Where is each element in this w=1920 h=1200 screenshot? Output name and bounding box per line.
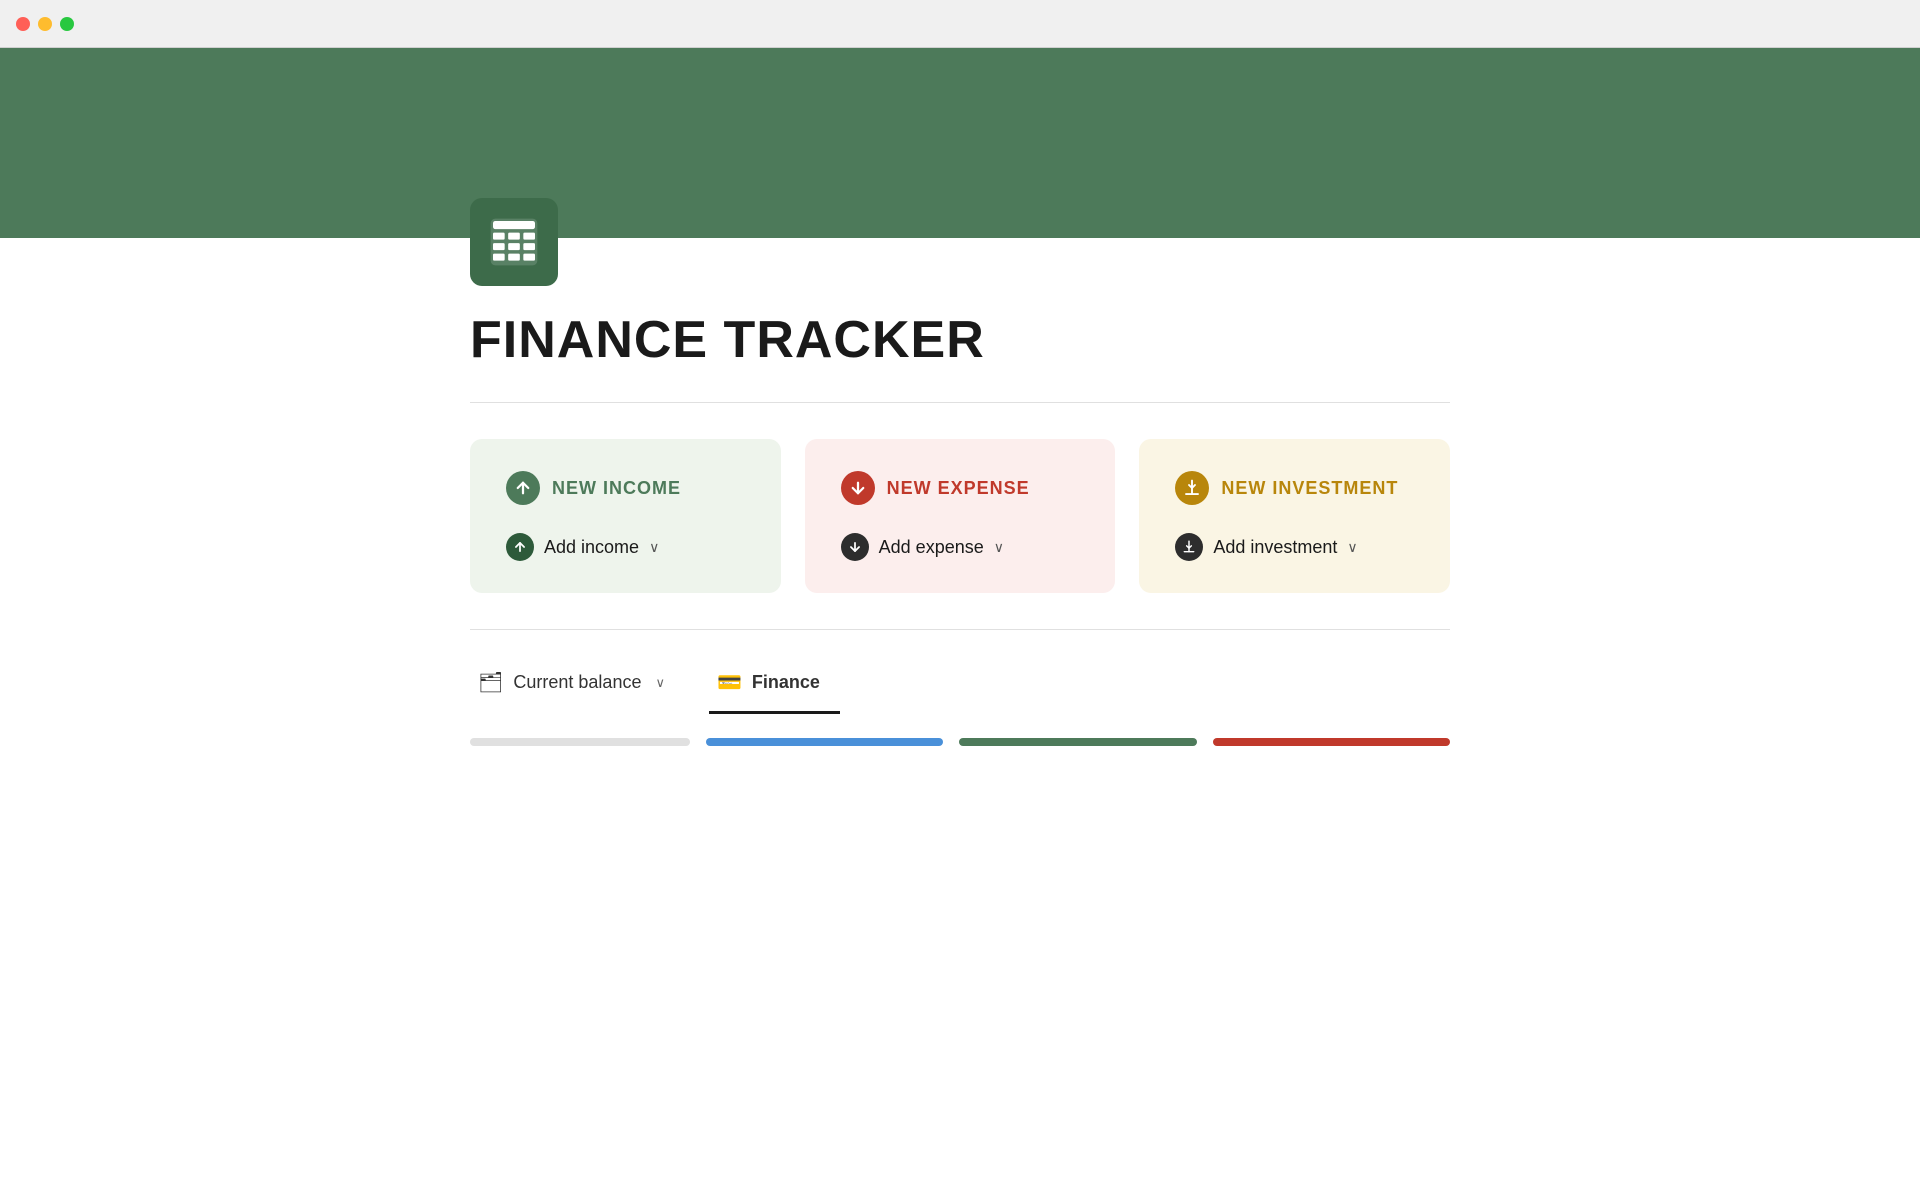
investment-card: NEW INVESTMENT Add investment ∨ xyxy=(1139,439,1450,593)
add-income-label: Add income xyxy=(544,537,639,558)
add-investment-button[interactable]: Add investment ∨ xyxy=(1175,533,1414,561)
add-income-button[interactable]: Add income ∨ xyxy=(506,533,745,561)
investment-card-title: NEW INVESTMENT xyxy=(1221,478,1398,499)
page-title: FINANCE TRACKER xyxy=(470,310,1450,370)
add-investment-icon xyxy=(1175,533,1203,561)
add-investment-label: Add investment xyxy=(1213,537,1337,558)
expense-card-header: NEW EXPENSE xyxy=(841,471,1080,505)
add-income-icon xyxy=(506,533,534,561)
expense-card-title: NEW EXPENSE xyxy=(887,478,1030,499)
income-chevron-icon: ∨ xyxy=(649,539,659,556)
maximize-button[interactable] xyxy=(60,17,74,31)
chart-bar-placeholder xyxy=(470,738,690,746)
income-card-title: NEW INCOME xyxy=(552,478,681,499)
chart-bar-green xyxy=(959,738,1196,746)
chart-bar-red xyxy=(1213,738,1450,746)
minimize-button[interactable] xyxy=(38,17,52,31)
finance-label: Finance xyxy=(752,672,820,693)
investment-chevron-icon: ∨ xyxy=(1347,539,1357,556)
add-expense-button[interactable]: Add expense ∨ xyxy=(841,533,1080,561)
divider-bottom xyxy=(470,629,1450,630)
income-card: NEW INCOME Add income ∨ xyxy=(470,439,781,593)
tabs-row: 🗂 Current balance ∨ 💳 Finance xyxy=(470,658,1450,714)
close-button[interactable] xyxy=(16,17,30,31)
app-icon-container xyxy=(470,198,1450,286)
expense-icon xyxy=(841,471,875,505)
income-icon xyxy=(506,471,540,505)
expense-card: NEW EXPENSE Add expense ∨ xyxy=(805,439,1116,593)
current-balance-label: Current balance xyxy=(513,672,641,693)
chart-bar-blue xyxy=(706,738,943,746)
current-balance-icon: 🗂 xyxy=(478,670,503,695)
tab-finance[interactable]: 💳 Finance xyxy=(709,658,840,714)
income-card-header: NEW INCOME xyxy=(506,471,745,505)
current-balance-chevron: ∨ xyxy=(655,675,665,691)
add-expense-label: Add expense xyxy=(879,537,984,558)
add-expense-icon xyxy=(841,533,869,561)
cards-row: NEW INCOME Add income ∨ xyxy=(470,439,1450,593)
finance-icon: 💳 xyxy=(717,670,742,695)
chart-preview-row xyxy=(470,738,1450,746)
title-bar xyxy=(0,0,1920,48)
investment-icon xyxy=(1175,471,1209,505)
investment-card-header: NEW INVESTMENT xyxy=(1175,471,1414,505)
tab-current-balance[interactable]: 🗂 Current balance ∨ xyxy=(470,658,685,714)
app-icon xyxy=(470,198,558,286)
divider-top xyxy=(470,402,1450,403)
expense-chevron-icon: ∨ xyxy=(994,539,1004,556)
